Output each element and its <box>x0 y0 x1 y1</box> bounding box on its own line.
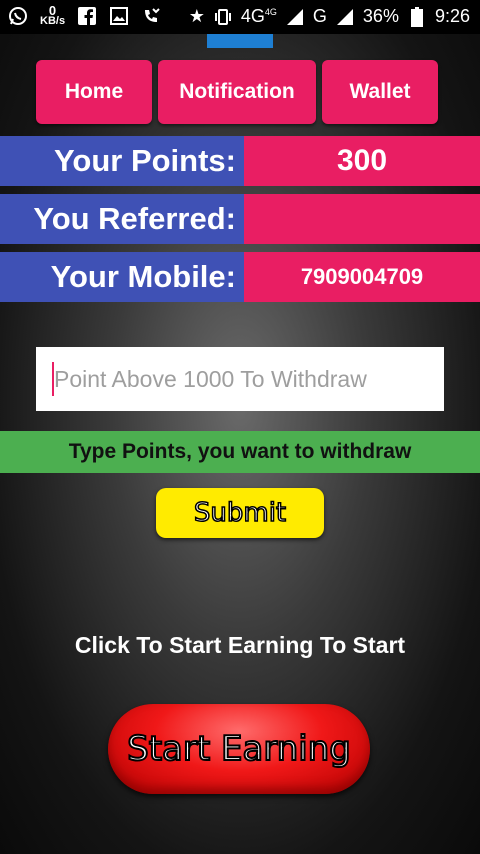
status-left: 0 KB/s <box>8 4 161 27</box>
status-right: ★ 4G4G G 36% 9:26 <box>189 6 470 27</box>
referred-value <box>244 194 480 244</box>
submit-button[interactable]: Submit <box>156 488 324 538</box>
top-indicator <box>207 34 273 48</box>
network-type: 4G4G <box>241 6 277 27</box>
network-speed-unit: KB/s <box>40 15 66 27</box>
signal-icon-2 <box>335 7 355 27</box>
text-cursor <box>52 362 54 396</box>
referred-label: You Referred: <box>0 194 244 244</box>
withdraw-points-input[interactable] <box>52 364 444 394</box>
network-type-label: 4G <box>240 6 265 26</box>
status-bar: 0 KB/s ★ 4G4G G 36% 9:26 <box>0 0 480 34</box>
earn-instruction: Click To Start Earning To Start <box>74 632 406 658</box>
clock: 9:26 <box>434 6 470 26</box>
battery-percent: 36% <box>362 6 399 26</box>
wallet-button[interactable]: Wallet <box>322 60 438 124</box>
vibrate-icon <box>213 7 233 27</box>
star-icon: ★ <box>188 6 205 26</box>
network-type-small: 4G <box>264 7 277 17</box>
home-button[interactable]: Home <box>36 60 152 124</box>
start-earning-button[interactable]: Start Earning <box>108 704 370 794</box>
points-label: Your Points: <box>0 136 244 186</box>
mobile-value: 7909004709 <box>244 252 480 302</box>
facebook-icon <box>77 6 97 26</box>
points-value: 300 <box>244 136 480 186</box>
withdraw-hint: Type Points, you want to withdraw <box>0 431 480 473</box>
network-speed: 0 KB/s <box>40 4 66 27</box>
signal-icon-1 <box>285 7 305 27</box>
withdraw-input-container <box>36 347 444 411</box>
image-icon <box>109 6 129 26</box>
notification-button[interactable]: Notification <box>158 60 316 124</box>
missed-call-icon <box>141 6 161 26</box>
whatsapp-icon <box>8 6 28 26</box>
battery-icon <box>407 6 427 27</box>
mobile-label: Your Mobile: <box>0 252 244 302</box>
network-type-2: G <box>312 6 327 26</box>
